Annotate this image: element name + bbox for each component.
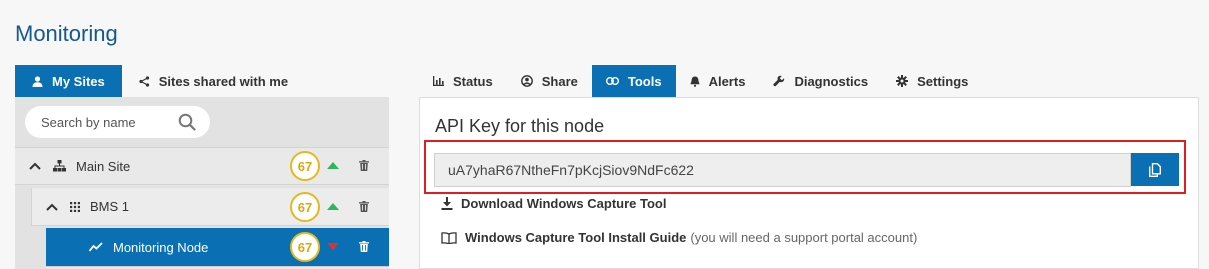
tab-label: Tools: [627, 73, 662, 89]
trash-icon[interactable]: [359, 160, 369, 171]
tab-label: Status: [453, 73, 493, 89]
score-badge: 67: [290, 151, 320, 181]
tab-label: Diagnostics: [794, 73, 869, 89]
bar-chart-icon: [433, 76, 444, 86]
tab-diagnostics[interactable]: Diagnostics: [759, 65, 882, 97]
tab-status[interactable]: Status: [419, 65, 507, 97]
tree-label: BMS 1: [90, 199, 130, 214]
tab-my-sites[interactable]: My Sites: [15, 65, 122, 97]
tree-label: Monitoring Node: [113, 239, 209, 255]
wrench-icon: [773, 75, 785, 87]
sitemap-icon: [53, 160, 66, 172]
trash-icon[interactable]: [359, 241, 369, 252]
share-icon: [139, 75, 150, 87]
copy-icon: [1149, 162, 1161, 177]
tab-label: Alerts: [708, 73, 746, 89]
search-icon[interactable]: [178, 113, 196, 131]
link-icon: [605, 77, 619, 85]
bell-icon: [689, 76, 700, 87]
trend-up-icon: [327, 162, 339, 169]
tab-sites-shared[interactable]: Sites shared with me: [122, 65, 305, 97]
trend-down-icon: [327, 243, 339, 250]
gear-icon: [896, 75, 909, 87]
chevron-up-icon[interactable]: [46, 203, 60, 211]
download-label: Download Windows Capture Tool: [461, 196, 667, 211]
node-tabs: Status Share Tools Alerts Diagnostics Se…: [419, 65, 982, 97]
install-guide-link[interactable]: Windows Capture Tool Install Guide (you …: [441, 230, 917, 245]
tab-settings[interactable]: Settings: [882, 65, 982, 97]
chevron-up-icon[interactable]: [29, 162, 43, 170]
tab-label: Share: [541, 73, 578, 89]
score-badge: 67: [290, 192, 320, 222]
download-icon: [441, 197, 453, 210]
download-capture-tool-link[interactable]: Download Windows Capture Tool: [441, 196, 666, 211]
tab-label: Settings: [917, 73, 969, 89]
tab-share[interactable]: Share: [507, 65, 592, 97]
book-icon: [441, 231, 457, 244]
trash-icon[interactable]: [359, 201, 369, 212]
grid-icon: [70, 201, 80, 212]
tab-tools[interactable]: Tools: [591, 65, 676, 97]
page-title: Monitoring: [15, 21, 118, 46]
user-circle-icon: [520, 75, 533, 87]
api-key-field[interactable]: uA7yhaR67NtheFn7pKcjSiov9NdFc622: [434, 153, 1131, 187]
tab-label: My Sites: [52, 73, 105, 89]
api-key-heading: API Key for this node: [435, 116, 605, 136]
tab-alerts[interactable]: Alerts: [676, 65, 760, 97]
trend-up-icon: [327, 203, 339, 210]
user-icon: [32, 75, 43, 87]
guide-label: Windows Capture Tool Install Guide: [465, 230, 687, 245]
guide-note: (you will need a support portal account): [690, 230, 918, 245]
search-input[interactable]: [39, 113, 173, 131]
search-box[interactable]: [25, 106, 210, 138]
copy-button[interactable]: [1131, 153, 1179, 186]
score-badge: 67: [290, 232, 320, 262]
left-tabs: My Sites Sites shared with me: [15, 65, 305, 97]
tree-label: Main Site: [76, 158, 131, 174]
tab-label: Sites shared with me: [158, 73, 289, 89]
chart-line-icon: [89, 242, 103, 252]
